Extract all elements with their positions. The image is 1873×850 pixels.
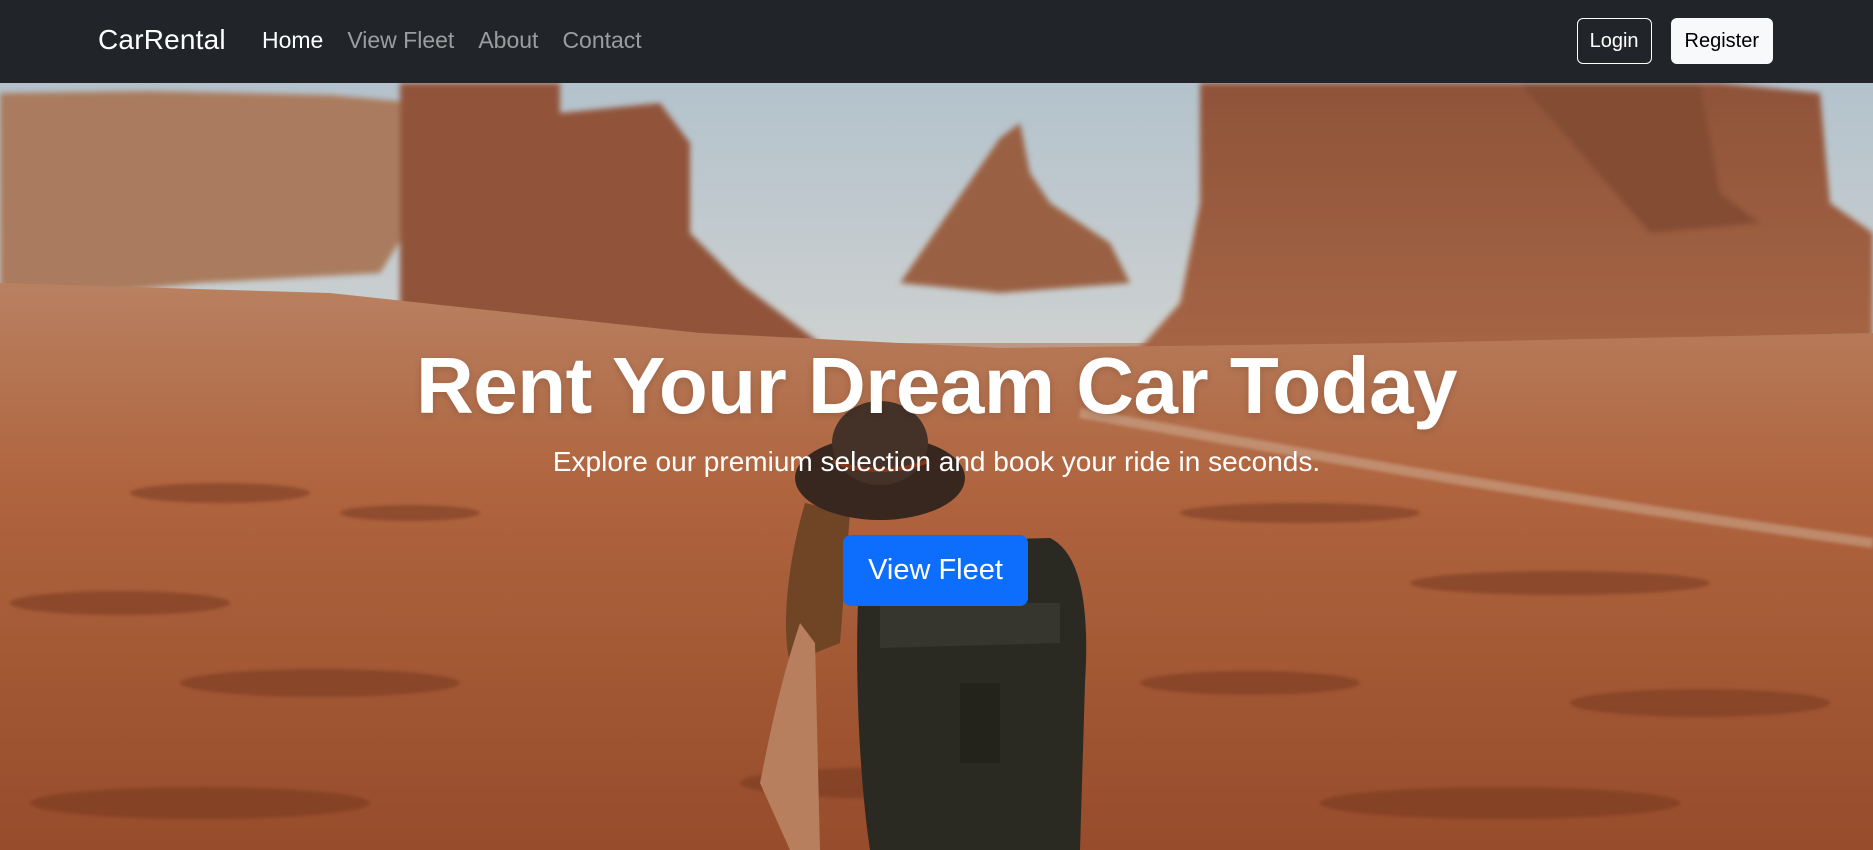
nav-links: Home View Fleet About Contact [262,27,666,54]
view-fleet-button[interactable]: View Fleet [843,535,1028,606]
nav-link-home[interactable]: Home [262,27,323,54]
hero-subtitle: Explore our premium selection and book y… [552,446,1321,477]
hero-title: Rent Your Dream Car Today [415,341,1458,430]
navbar: CarRental Home View Fleet About Contact … [0,0,1873,83]
hero-section: Rent Your Dream Car Today Explore our pr… [0,83,1873,850]
nav-link-contact[interactable]: Contact [562,27,641,54]
brand-logo[interactable]: CarRental [98,24,226,56]
login-button[interactable]: Login [1576,18,1652,64]
register-button[interactable]: Register [1670,18,1773,64]
auth-buttons: Login Register [1576,18,1773,64]
nav-link-about[interactable]: About [478,27,538,54]
nav-link-view-fleet[interactable]: View Fleet [347,27,454,54]
